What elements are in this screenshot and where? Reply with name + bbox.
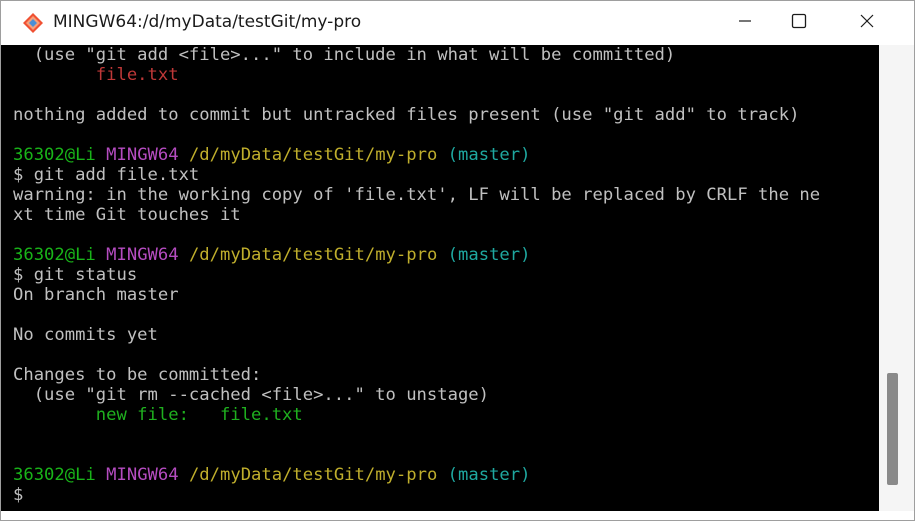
- terminal-window: MINGW64:/d/myData/testGit/my-pro (use "g…: [0, 0, 915, 521]
- maximize-icon: [791, 13, 807, 34]
- git-diamond-icon: [23, 13, 43, 33]
- window-bottom-border: [1, 511, 914, 520]
- close-button[interactable]: [833, 1, 901, 45]
- branch-status-line: On branch master: [13, 285, 179, 305]
- title-bar[interactable]: MINGW64:/d/myData/testGit/my-pro: [1, 1, 914, 45]
- prompt-line: 36302@Li MINGW64 /d/myData/testGit/my-pr…: [13, 465, 530, 485]
- prompt-path: /d/myData/testGit/my-pro: [188, 245, 438, 265]
- nothing-added-line: nothing added to commit but untracked fi…: [13, 105, 800, 125]
- staged-file-line: new file: file.txt: [13, 405, 303, 425]
- input-prompt-line[interactable]: $: [13, 485, 23, 505]
- command-line: $ git add file.txt: [13, 165, 200, 185]
- prompt-branch: (master): [447, 145, 531, 165]
- prompt-user: 36302@Li: [13, 465, 96, 485]
- no-commits-line: No commits yet: [13, 325, 158, 345]
- command-line: $ git status: [13, 265, 138, 285]
- prompt-host: MINGW64: [106, 145, 179, 165]
- scrollbar-thumb[interactable]: [887, 373, 898, 485]
- prompt-branch: (master): [447, 245, 531, 265]
- prompt-line: 36302@Li MINGW64 /d/myData/testGit/my-pr…: [13, 245, 530, 265]
- minimize-icon: [738, 14, 752, 33]
- warning-line: warning: in the working copy of 'file.tx…: [13, 185, 821, 205]
- prompt-line: 36302@Li MINGW64 /d/myData/testGit/my-pr…: [13, 145, 530, 165]
- unstage-hint-line: (use "git rm --cached <file>..." to unst…: [13, 385, 489, 405]
- changes-header-line: Changes to be committed:: [13, 365, 262, 385]
- terminal-output[interactable]: (use "git add <file>..." to include in w…: [1, 45, 879, 511]
- prompt-host: MINGW64: [106, 245, 179, 265]
- window-title: MINGW64:/d/myData/testGit/my-pro: [53, 12, 362, 32]
- untracked-file-line: file.txt: [13, 65, 179, 85]
- prompt-branch: (master): [447, 465, 531, 485]
- maximize-button[interactable]: [765, 1, 833, 45]
- git-add-hint-line: (use "git add <file>..." to include in w…: [13, 45, 676, 65]
- prompt-user: 36302@Li: [13, 245, 96, 265]
- close-icon: [859, 13, 875, 34]
- vertical-scrollbar[interactable]: [879, 45, 914, 511]
- warning-line-continued: xt time Git touches it: [13, 205, 241, 225]
- prompt-path: /d/myData/testGit/my-pro: [188, 145, 438, 165]
- prompt-user: 36302@Li: [13, 145, 96, 165]
- prompt-path: /d/myData/testGit/my-pro: [188, 465, 438, 485]
- prompt-host: MINGW64: [106, 465, 179, 485]
